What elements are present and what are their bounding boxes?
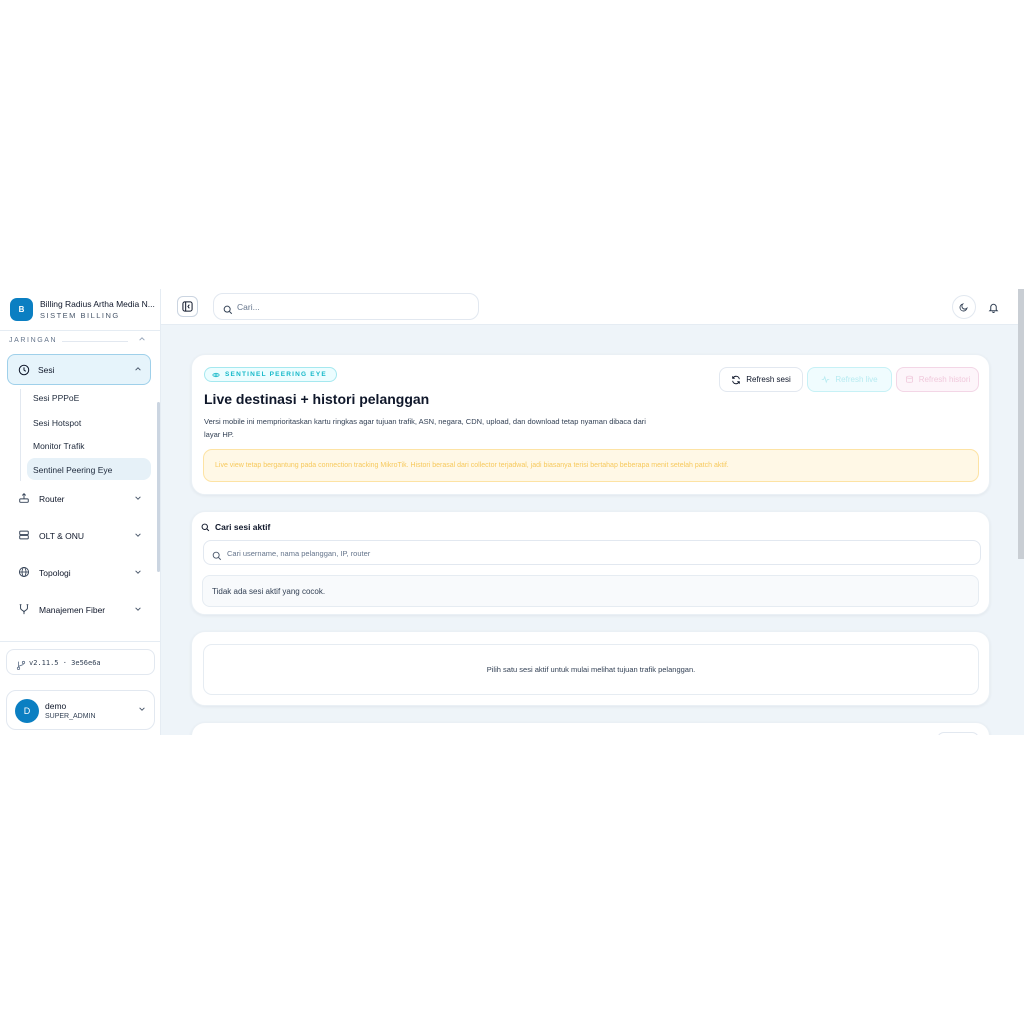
destination-card: Pilih satu sesi aktif untuk mulai meliha…: [191, 631, 990, 706]
sidebar: B Billing Radius Artha Media N... SISTEM…: [0, 289, 161, 735]
sidebar-subitem-sesi-hotspot[interactable]: Sesi Hotspot: [33, 418, 81, 428]
version-badge: v2.11.5 · 3e56e6a: [6, 649, 155, 675]
badge-label: SENTINEL PEERING EYE: [225, 371, 327, 378]
brand[interactable]: B Billing Radius Artha Media N... SISTEM…: [0, 289, 161, 331]
database-icon: [905, 375, 913, 383]
page-title: Live destinasi + histori pelanggan: [204, 391, 430, 407]
refresh-history-label: Refresh histori: [918, 375, 971, 384]
clock-icon: [17, 363, 31, 377]
user-role: SUPER_ADMIN: [45, 713, 96, 720]
brand-subtitle: SISTEM BILLING: [40, 311, 120, 320]
activity-icon: [822, 375, 830, 384]
refresh-live-label: Refresh live: [835, 375, 878, 384]
page-description: Versi mobile ini memprioritaskan kartu r…: [204, 417, 646, 439]
sentinel-hero-card: SENTINEL PEERING EYE Live destinasi + hi…: [191, 354, 990, 495]
sidebar-item-label: Sesi: [38, 365, 55, 375]
refresh-history-button[interactable]: Refresh histori: [896, 367, 979, 392]
session-empty-state: Tidak ada sesi aktif yang cocok.: [202, 575, 979, 607]
refresh-sessions-button[interactable]: Refresh sesi: [719, 367, 803, 392]
next-section-action-button[interactable]: [937, 732, 979, 735]
chevron-down-icon: [138, 705, 146, 715]
moon-icon: [959, 303, 968, 312]
sidebar-subitem-sesi-pppoe[interactable]: Sesi PPPoE: [33, 393, 79, 403]
section-label-jaringan: JARINGAN: [9, 337, 58, 344]
destination-empty-text: Pilih satu sesi aktif untuk mulai meliha…: [486, 665, 696, 674]
submenu-guide-line: [20, 389, 21, 481]
notifications-button[interactable]: [981, 295, 1005, 319]
sidebar-subitem-sentinel-peering-eye[interactable]: Sentinel Peering Eye: [33, 465, 112, 475]
session-search-heading: Cari sesi aktif: [201, 522, 270, 532]
version-text: v2.11.5 · 3e56e6a: [29, 659, 101, 667]
theme-toggle-button[interactable]: [952, 295, 976, 319]
sidebar-subitem-monitor-trafik[interactable]: Monitor Trafik: [33, 441, 85, 451]
warning-notice: Live view tetap bergantung pada connecti…: [203, 449, 979, 482]
session-search-label: Cari sesi aktif: [215, 522, 271, 532]
chevron-down-icon: [134, 605, 142, 615]
chevron-up-icon: [134, 365, 142, 375]
avatar: D: [15, 699, 39, 723]
sidebar-item-label: OLT & ONU: [39, 531, 85, 541]
cable-icon: [17, 602, 31, 616]
global-search[interactable]: [213, 293, 479, 320]
user-menu[interactable]: D demo SUPER_ADMIN: [6, 690, 155, 730]
session-search-card: Cari sesi aktif Tidak ada sesi aktif yan…: [191, 511, 990, 615]
brand-logo: B: [10, 298, 33, 321]
global-search-input[interactable]: [237, 300, 467, 314]
router-icon: [17, 491, 31, 505]
refresh-icon: [732, 375, 741, 384]
sidebar-item-label: Manajemen Fiber: [39, 605, 106, 615]
page-scrollbar[interactable]: [1018, 289, 1024, 559]
globe-icon: [17, 565, 31, 579]
bell-icon: [988, 303, 998, 313]
sidebar-toggle-button[interactable]: [177, 296, 198, 317]
sidebar-item-label: Router: [39, 494, 65, 504]
destination-empty-state: Pilih satu sesi aktif untuk mulai meliha…: [203, 644, 979, 695]
chevron-down-icon: [134, 531, 142, 541]
brand-name: Billing Radius Artha Media N...: [40, 299, 155, 309]
section-divider: [62, 341, 128, 342]
topbar: [161, 289, 1024, 559]
chevron-up-icon[interactable]: [138, 335, 146, 345]
server-icon: [17, 528, 31, 542]
session-search-input[interactable]: [227, 546, 967, 560]
eye-icon: [212, 371, 220, 384]
sidebar-footer-divider: [0, 641, 161, 642]
refresh-sessions-label: Refresh sesi: [746, 375, 791, 384]
refresh-live-button[interactable]: Refresh live: [807, 367, 892, 392]
sidebar-scrollbar[interactable]: [157, 402, 160, 572]
next-section-card: [191, 722, 990, 735]
session-search-field[interactable]: [203, 540, 981, 565]
git-branch-icon: [16, 657, 26, 675]
user-name: demo: [45, 701, 67, 711]
sentinel-badge: SENTINEL PEERING EYE: [204, 367, 337, 382]
search-icon: [223, 302, 233, 320]
search-icon: [212, 548, 222, 566]
chevron-down-icon: [134, 494, 142, 504]
panel-collapse-icon: [182, 301, 193, 312]
sidebar-item-label: Topologi: [39, 568, 71, 578]
sidebar-item-sesi[interactable]: Sesi: [7, 354, 151, 385]
search-icon: [201, 523, 210, 531]
app-window: B Billing Radius Artha Media N... SISTEM…: [0, 289, 1024, 735]
chevron-down-icon: [134, 568, 142, 578]
